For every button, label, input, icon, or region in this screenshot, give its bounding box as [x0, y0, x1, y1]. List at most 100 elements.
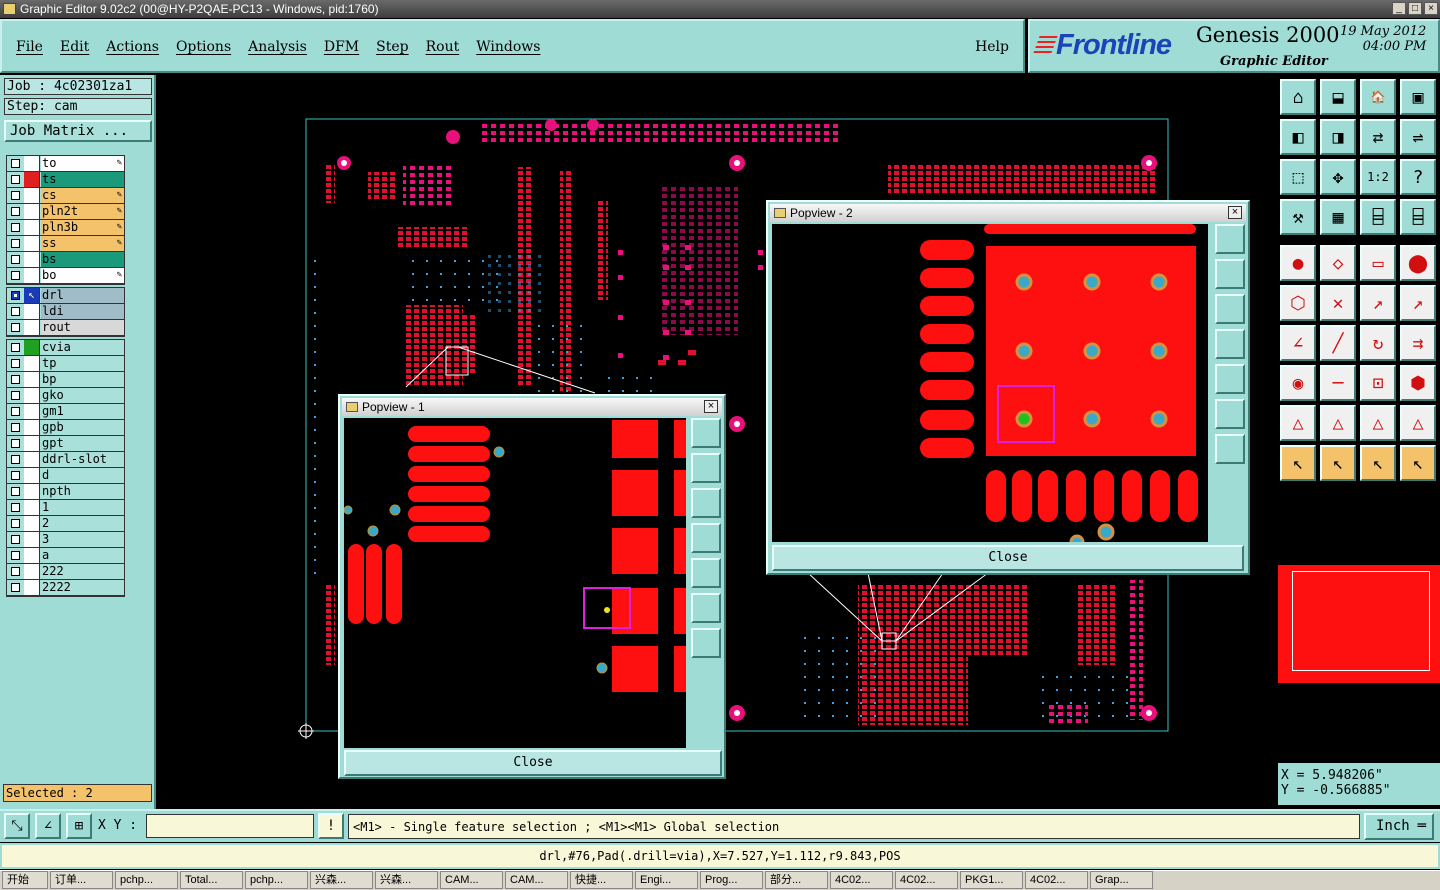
layer-color-swatch[interactable]: [24, 172, 40, 187]
popview-1-pan-right-button[interactable]: [691, 558, 721, 588]
tool-ruler-icon[interactable]: ▭: [1360, 245, 1396, 281]
layer-row-gpt[interactable]: gpt: [7, 436, 124, 452]
layer-name[interactable]: cs ✎: [41, 188, 124, 203]
layer-color-swatch[interactable]: [24, 268, 40, 283]
exclamation-icon[interactable]: !: [318, 813, 344, 839]
layer-name[interactable]: a: [41, 548, 124, 563]
layer-name[interactable]: to ✎: [41, 156, 124, 171]
layer-row-a[interactable]: a: [7, 548, 124, 564]
taskbar-item[interactable]: 4C02...: [895, 871, 958, 889]
tool-net-red-icon[interactable]: ⌸: [1360, 199, 1396, 235]
menu-step[interactable]: Step: [376, 39, 408, 55]
measure-icon[interactable]: ∠: [35, 813, 61, 839]
layer-checkbox[interactable]: [11, 191, 20, 200]
tool-import-icon[interactable]: ◧: [1280, 119, 1316, 155]
overview-map[interactable]: [1278, 565, 1440, 683]
layer-name[interactable]: 2222: [41, 580, 124, 595]
layer-checkbox[interactable]: [11, 323, 20, 332]
menu-help[interactable]: Help: [975, 39, 1009, 55]
layer-name[interactable]: ss ✎: [41, 236, 124, 251]
layer-row-rout[interactable]: rout: [7, 320, 124, 336]
layer-row-ss[interactable]: ss ✎: [7, 236, 124, 252]
tool-export-icon[interactable]: ◨: [1320, 119, 1356, 155]
layer-name[interactable]: d: [41, 468, 124, 483]
layer-name[interactable]: bs: [41, 252, 124, 267]
layer-row-bp[interactable]: bp: [7, 372, 124, 388]
layer-row-pln3b[interactable]: pln3b ✎: [7, 220, 124, 236]
layer-row-222[interactable]: 222: [7, 564, 124, 580]
tool-mirror-icon[interactable]: ⇌: [1400, 119, 1436, 155]
tool-pointer4-icon[interactable]: ↖: [1400, 445, 1436, 481]
taskbar-item[interactable]: PKG1...: [960, 871, 1023, 889]
layer-color-swatch[interactable]: [24, 204, 40, 219]
grid-icon[interactable]: ⊞: [66, 813, 92, 839]
layer-checkbox[interactable]: [11, 439, 20, 448]
layer-row-gpb[interactable]: gpb: [7, 420, 124, 436]
layer-checkbox[interactable]: [11, 223, 20, 232]
tool-triangle-icon[interactable]: △: [1280, 405, 1316, 441]
layer-name[interactable]: gko: [41, 388, 124, 403]
tool-line-icon[interactable]: ╱: [1320, 325, 1356, 361]
layer-color-swatch[interactable]: [24, 220, 40, 235]
popview-2-zoom-out-button[interactable]: [1215, 434, 1245, 464]
layer-name[interactable]: gpb: [41, 420, 124, 435]
layer-row-bs[interactable]: bs: [7, 252, 124, 268]
layer-row-d[interactable]: d: [7, 468, 124, 484]
layer-row-ldi[interactable]: ldi: [7, 304, 124, 320]
tool-window-icon[interactable]: ▣: [1400, 79, 1436, 115]
taskbar-item[interactable]: Total...: [180, 871, 243, 889]
layer-color-swatch[interactable]: [24, 564, 40, 579]
taskbar-item[interactable]: pchp...: [115, 871, 178, 889]
job-matrix-button[interactable]: Job Matrix ...: [4, 120, 152, 142]
layer-checkbox[interactable]: [11, 423, 20, 432]
tool-outline-icon[interactable]: ◇: [1320, 245, 1356, 281]
layer-checkbox[interactable]: [11, 487, 20, 496]
layer-checkbox[interactable]: [11, 343, 20, 352]
layer-checkbox[interactable]: [11, 175, 20, 184]
layer-row-ts[interactable]: ts: [7, 172, 124, 188]
layer-name[interactable]: bp: [41, 372, 124, 387]
tool-arc-icon[interactable]: ↗: [1360, 285, 1396, 321]
menu-edit[interactable]: Edit: [60, 39, 89, 55]
layer-color-swatch[interactable]: [24, 436, 40, 451]
layer-color-swatch[interactable]: [24, 252, 40, 267]
layer-color-swatch[interactable]: ↖: [24, 288, 40, 303]
menu-options[interactable]: Options: [176, 39, 231, 55]
layer-checkbox[interactable]: [11, 271, 20, 280]
layer-checkbox[interactable]: [11, 567, 20, 576]
menu-windows[interactable]: Windows: [476, 39, 540, 55]
layer-name[interactable]: 2: [41, 516, 124, 531]
layer-color-swatch[interactable]: [24, 388, 40, 403]
tool-fit-icon[interactable]: ✥: [1320, 159, 1356, 195]
popview-1-close-button[interactable]: Close: [344, 750, 722, 776]
layer-name[interactable]: 222: [41, 564, 124, 579]
menu-rout[interactable]: Rout: [426, 39, 460, 55]
close-window-button[interactable]: ×: [1424, 2, 1438, 15]
layer-checkbox[interactable]: [11, 391, 20, 400]
layer-checkbox[interactable]: [11, 407, 20, 416]
tool-save-icon[interactable]: 🏠: [1360, 79, 1396, 115]
layer-name[interactable]: ts: [41, 172, 124, 187]
layer-row-2222[interactable]: 2222: [7, 580, 124, 596]
layer-name[interactable]: gm1: [41, 404, 124, 419]
layer-color-swatch[interactable]: [24, 516, 40, 531]
layer-name[interactable]: ldi: [41, 304, 124, 319]
popview-2-pan-left-button[interactable]: [1215, 329, 1245, 359]
layer-row-to[interactable]: to ✎: [7, 156, 124, 172]
tool-open-icon[interactable]: ⬓: [1320, 79, 1356, 115]
layer-color-swatch[interactable]: [24, 340, 40, 355]
layer-name[interactable]: cvia: [41, 340, 124, 355]
layer-name[interactable]: rout: [41, 320, 124, 335]
xy-input[interactable]: [146, 814, 314, 838]
layer-color-swatch[interactable]: [24, 372, 40, 387]
tool-select-red-icon[interactable]: ◉: [1280, 365, 1316, 401]
tool-cross-icon[interactable]: ✕: [1320, 285, 1356, 321]
menu-file[interactable]: File: [16, 39, 43, 55]
layer-checkbox[interactable]: [11, 503, 20, 512]
tool-dim-icon[interactable]: ⊡: [1360, 365, 1396, 401]
tool-angle-icon[interactable]: ∠: [1280, 325, 1316, 361]
tool-pointer3-icon[interactable]: ↖: [1360, 445, 1396, 481]
layer-color-swatch[interactable]: [24, 404, 40, 419]
layer-color-swatch[interactable]: [24, 580, 40, 595]
layer-checkbox[interactable]: [11, 159, 20, 168]
